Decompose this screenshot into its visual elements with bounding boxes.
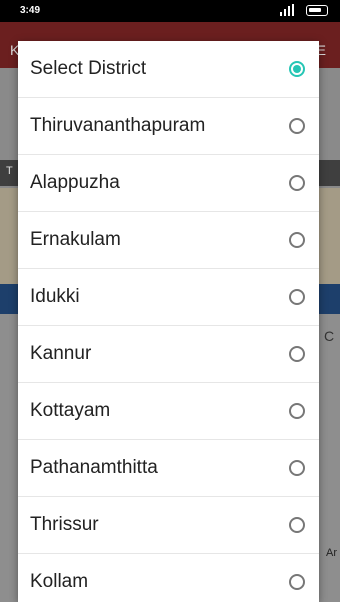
option-label: Pathanamthitta [30, 457, 158, 478]
option-label: Kollam [30, 571, 89, 592]
option-kannur[interactable]: Kannur [18, 326, 319, 383]
status-time: 3:49 [20, 5, 41, 16]
radio-icon[interactable] [289, 289, 305, 305]
option-label: Thrissur [30, 514, 99, 535]
battery-icon [306, 4, 328, 16]
option-label: Idukki [30, 286, 80, 307]
option-alappuzha[interactable]: Alappuzha [18, 155, 319, 212]
option-ernakulam[interactable]: Ernakulam [18, 212, 319, 269]
option-label: Ernakulam [30, 229, 121, 250]
app-strip-text: T [6, 165, 13, 177]
option-select-district[interactable]: Select District [18, 41, 319, 98]
option-thrissur[interactable]: Thrissur [18, 497, 319, 554]
status-icons [280, 4, 328, 16]
signal-icon [280, 4, 294, 16]
option-pathanamthitta[interactable]: Pathanamthitta [18, 440, 319, 497]
option-kollam[interactable]: Kollam [18, 554, 319, 602]
radio-icon[interactable] [289, 232, 305, 248]
radio-icon[interactable] [289, 460, 305, 476]
radio-icon[interactable] [289, 517, 305, 533]
option-label: Select District [30, 58, 147, 79]
option-label: Alappuzha [30, 172, 120, 193]
radio-icon[interactable] [289, 574, 305, 590]
radio-icon[interactable] [289, 118, 305, 134]
radio-icon[interactable] [289, 403, 305, 419]
option-thiruvananthapuram[interactable]: Thiruvananthapuram [18, 98, 319, 155]
option-label: Kannur [30, 343, 92, 364]
status-bar: 3:49 [0, 0, 340, 22]
option-idukki[interactable]: Idukki [18, 269, 319, 326]
option-label: Thiruvananthapuram [30, 115, 206, 136]
radio-selected-icon[interactable] [289, 61, 305, 77]
district-select-dialog: Select District Thiruvananthapuram Alapp… [18, 41, 319, 602]
option-kottayam[interactable]: Kottayam [18, 383, 319, 440]
option-label: Kottayam [30, 400, 111, 421]
app-right-text-c: C [324, 328, 335, 344]
app-right-text: Ar [326, 547, 337, 559]
radio-icon[interactable] [289, 175, 305, 191]
radio-icon[interactable] [289, 346, 305, 362]
